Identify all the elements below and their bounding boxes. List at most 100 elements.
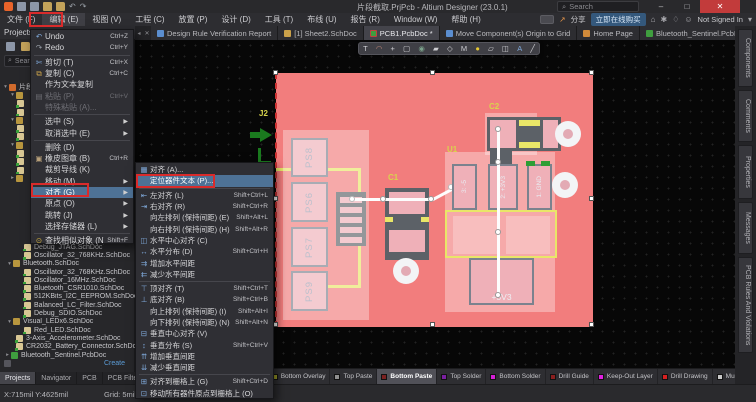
panel-save-icon[interactable] bbox=[6, 42, 15, 51]
text-tool-icon[interactable]: T bbox=[363, 44, 368, 53]
bottom-tab-pcb[interactable]: PCB bbox=[77, 372, 102, 384]
home-icon[interactable]: ⌂ bbox=[651, 15, 656, 24]
menu-item-origin[interactable]: 原点 (O)▶ bbox=[31, 198, 133, 209]
routed-trace-vertical[interactable] bbox=[497, 128, 500, 295]
menu-edit[interactable]: 编辑 (E) bbox=[42, 13, 85, 26]
pcb-board[interactable]: J2 PS8 PS6 PS7 PS9 C1 bbox=[276, 73, 593, 327]
pad-tool-icon[interactable]: ▢ bbox=[403, 44, 410, 53]
menu-project[interactable]: 工程 (C) bbox=[128, 13, 171, 26]
array-tool-icon[interactable]: ▱ bbox=[488, 44, 494, 53]
menu-file[interactable]: 文件 (F) bbox=[0, 13, 42, 26]
menu-item-slice-tracks[interactable]: 裁剪导线 (K) bbox=[31, 164, 133, 175]
menu-item-move-origins-to-grid[interactable]: ⊡移动所有器件原点到栅格上 (O) bbox=[136, 388, 273, 399]
menu-item-align[interactable]: 对齐 (G)▶ bbox=[31, 187, 133, 198]
menu-item-delete[interactable]: 删除 (D) bbox=[31, 142, 133, 153]
trace-via[interactable] bbox=[380, 196, 386, 202]
panel-open-icon[interactable] bbox=[21, 42, 30, 51]
panel-tab-messages[interactable]: Messages bbox=[738, 202, 753, 254]
close-button[interactable]: ✕ bbox=[700, 0, 740, 13]
share-label[interactable]: 分享 bbox=[571, 14, 586, 25]
undo-quick-icon[interactable]: ↶ bbox=[69, 2, 76, 11]
menu-item-distribute-h[interactable]: ↔水平分布 (D)Shift+Ctrl+H bbox=[136, 246, 273, 257]
menu-item-select[interactable]: 选中 (S)▶ bbox=[31, 116, 133, 127]
string-tool-icon[interactable]: A bbox=[517, 44, 522, 53]
menu-item-position-component-text[interactable]: 定位器件文本 (P)... bbox=[136, 175, 273, 186]
menu-route[interactable]: 布线 (U) bbox=[300, 13, 343, 26]
u1-round-pad[interactable] bbox=[552, 172, 578, 198]
panel-tab-properties[interactable]: Properties bbox=[738, 145, 753, 199]
menu-item-pack-right[interactable]: 向右排列 (保持间距) (H)Shift+Alt+R bbox=[136, 223, 273, 234]
menu-item-increase-hspace[interactable]: ⇉增加水平间距 bbox=[136, 257, 273, 268]
bottom-tab-navigator[interactable]: Navigator bbox=[36, 372, 77, 384]
menu-reports[interactable]: 报告 (R) bbox=[344, 13, 387, 26]
trace-via[interactable] bbox=[495, 159, 501, 165]
tree-item-oscillator32b[interactable]: Oscillator_32_768KHz.SchDoc bbox=[0, 268, 135, 276]
trace-via[interactable] bbox=[495, 229, 501, 235]
selection-handle[interactable] bbox=[273, 70, 278, 75]
save-all-icon[interactable] bbox=[30, 2, 39, 11]
save-icon[interactable] bbox=[17, 2, 26, 11]
tab-pcb1[interactable]: PCB1.PcbDoc * bbox=[364, 26, 440, 40]
tree-item-oscillator16[interactable]: Oscillator_16MHz.SchDoc bbox=[0, 276, 135, 284]
layer-multi-layer[interactable]: Multi-Layer bbox=[713, 369, 735, 384]
menu-item-cut[interactable]: ✄剪切 (T)Ctrl+X bbox=[31, 57, 133, 68]
polygon-tool-icon[interactable]: ◇ bbox=[447, 44, 453, 53]
selection-handle[interactable] bbox=[430, 70, 435, 75]
menu-view[interactable]: 视图 (V) bbox=[85, 13, 128, 26]
tree-item-csr1010[interactable]: Bluetooth_CSR1010.SchDoc bbox=[0, 284, 135, 292]
notifications-icon[interactable]: ♢ bbox=[672, 15, 679, 24]
tree-item-lc-filter[interactable]: Balanced_LC_Filter.SchDoc bbox=[0, 301, 135, 309]
menu-item-align-top[interactable]: ⊤顶对齐 (T)Shift+Ctrl+T bbox=[136, 283, 273, 294]
line-tool-icon[interactable]: ╱ bbox=[530, 44, 535, 53]
c1-pad-bottom[interactable] bbox=[389, 230, 425, 252]
bottom-tab-pcb-filter[interactable]: PCB Filter bbox=[103, 372, 135, 384]
layer-top-paste[interactable]: Top Paste bbox=[330, 369, 377, 384]
menu-item-decrease-vspace[interactable]: ⇊减少垂直间距 bbox=[136, 362, 273, 373]
menu-item-align-right[interactable]: ⇥右对齐 (R)Shift+Ctrl+R bbox=[136, 201, 273, 212]
open-icon[interactable] bbox=[43, 2, 52, 11]
menu-item-decrease-hspace[interactable]: ⇇减少水平间距 bbox=[136, 269, 273, 280]
c2-pad-left[interactable] bbox=[490, 120, 516, 148]
dimension-tool-icon[interactable]: M bbox=[461, 44, 467, 53]
menu-design[interactable]: 设计 (D) bbox=[214, 13, 257, 26]
tree-item-visual-led[interactable]: ▾Visual_LEDx6.SchDoc bbox=[0, 318, 135, 326]
tree-item-bluetooth[interactable]: ▾Bluetooth.SchDoc bbox=[0, 260, 135, 268]
layer-bottom-paste[interactable]: Bottom Paste bbox=[377, 369, 437, 384]
user-icon[interactable]: ☺ bbox=[684, 15, 692, 24]
menu-item-align-dialog[interactable]: ▦对齐 (A)... bbox=[136, 164, 273, 175]
media-icon[interactable] bbox=[540, 15, 554, 24]
pad-3v3[interactable]: +3V3 bbox=[469, 258, 534, 305]
menu-item-align-vcenter[interactable]: ⊟垂直中心对齐 (V) bbox=[136, 328, 273, 339]
tab-scroll-icon[interactable]: ◂ bbox=[135, 26, 143, 40]
designator-c2[interactable]: C2 bbox=[489, 102, 499, 111]
menu-item-undo[interactable]: ↶UndoCtrl+Z bbox=[31, 31, 133, 42]
selection-handle[interactable] bbox=[430, 322, 435, 327]
menu-item-pack-left[interactable]: 向左排列 (保持间距) (E)Shift+Alt+L bbox=[136, 212, 273, 223]
menu-item-find-similar[interactable]: ⊙查找相似对象 (N)Shift+F bbox=[31, 235, 133, 246]
menu-item-move[interactable]: 移动 (M)▶ bbox=[31, 176, 133, 187]
menu-help[interactable]: 帮助 (H) bbox=[444, 13, 487, 26]
expand-arrow-icon[interactable]: ▾ bbox=[2, 84, 9, 90]
menu-item-align-to-grid[interactable]: ⊞对齐到栅格上 (G)Shift+Ctrl+D bbox=[136, 376, 273, 387]
menu-item-align-hcenter[interactable]: ◫水平中心对齐 (C) bbox=[136, 235, 273, 246]
menu-tools[interactable]: 工具 (T) bbox=[258, 13, 300, 26]
minimize-button[interactable]: – bbox=[648, 0, 674, 13]
fill-tool-icon[interactable]: ◉ bbox=[418, 44, 425, 53]
region-tool-icon[interactable]: ▰ bbox=[433, 44, 439, 53]
menu-item-deselect[interactable]: 取消选中 (E)▶ bbox=[31, 127, 133, 138]
panel-tab-components[interactable]: Components bbox=[738, 29, 753, 87]
layer-drill-drawing[interactable]: Drill Drawing bbox=[658, 369, 713, 384]
via-tool-icon[interactable]: + bbox=[391, 44, 395, 53]
menu-item-selection-memory[interactable]: 选择存储器 (L)▶ bbox=[31, 221, 133, 232]
layer-top-solder[interactable]: Top Solder bbox=[437, 369, 486, 384]
u1-pin2-pad[interactable]: 2: +3V3 bbox=[488, 164, 518, 210]
menu-item-copy-as-text[interactable]: 作为文本复制 bbox=[31, 79, 133, 90]
c2-round-pad[interactable] bbox=[555, 121, 581, 147]
tree-item-partial[interactable]: Create bbox=[0, 359, 135, 367]
selection-handle[interactable] bbox=[589, 196, 594, 201]
bottom-tab-projects[interactable]: Projects bbox=[0, 372, 36, 384]
layer-keepout[interactable]: Keep-Out Layer bbox=[594, 369, 658, 384]
menu-item-redo[interactable]: ↷RedoCtrl+Y bbox=[31, 42, 133, 53]
menu-item-pack-up[interactable]: 向上排列 (保持间距) (I)Shift+Alt+I bbox=[136, 306, 273, 317]
expand-arrow-icon[interactable]: ▾ bbox=[6, 261, 13, 267]
